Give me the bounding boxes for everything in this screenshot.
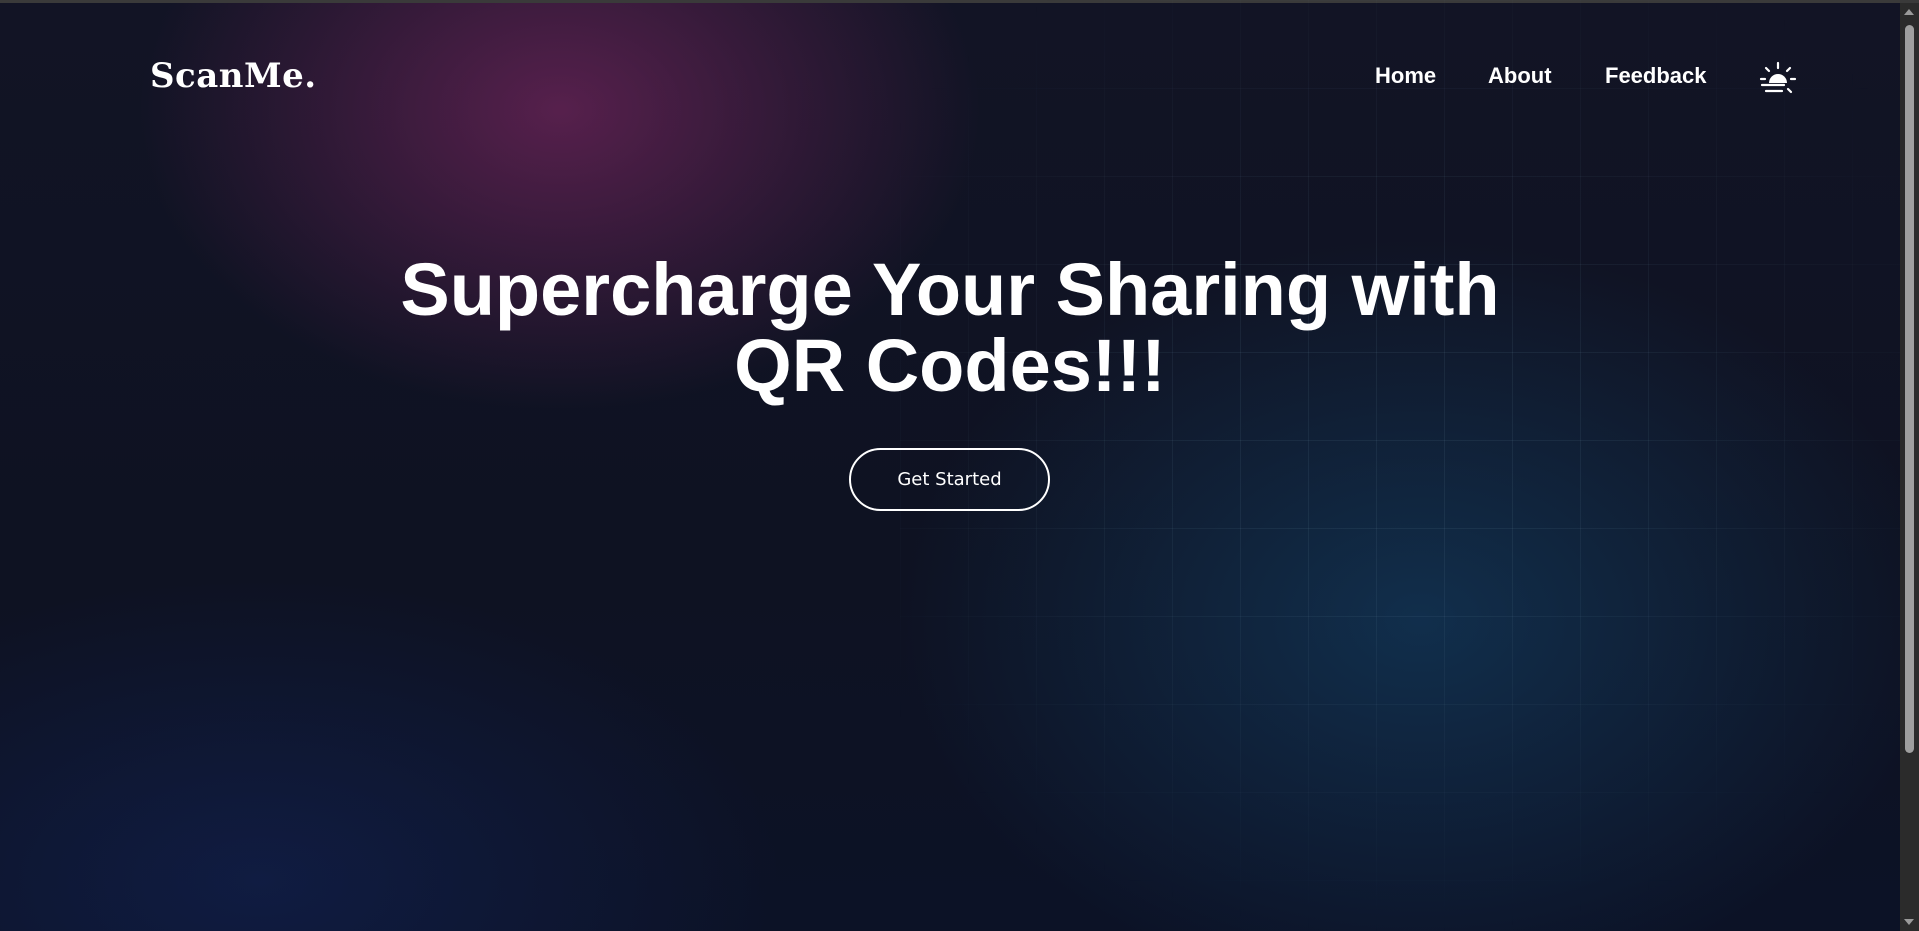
hero-title-line-1: Supercharge Your Sharing with bbox=[400, 248, 1500, 331]
nav-link-home[interactable]: Home bbox=[1375, 63, 1436, 89]
scroll-up-arrow-icon[interactable] bbox=[1904, 9, 1914, 15]
nav-link-feedback[interactable]: Feedback bbox=[1605, 63, 1707, 89]
hero-title-line-2: QR Codes!!! bbox=[734, 324, 1166, 407]
hero-title: Supercharge Your Sharing with QR Codes!!… bbox=[0, 252, 1900, 404]
get-started-button[interactable]: Get Started bbox=[849, 448, 1050, 511]
landing-page: ScanMe. Home About Feedback Supercharge … bbox=[0, 0, 1919, 931]
brand-logo[interactable]: ScanMe. bbox=[150, 56, 317, 96]
nav-link-about[interactable]: About bbox=[1488, 63, 1552, 89]
navbar: ScanMe. Home About Feedback bbox=[0, 0, 1900, 150]
scroll-down-arrow-icon[interactable] bbox=[1904, 919, 1914, 925]
theme-toggle-button[interactable] bbox=[1758, 60, 1798, 100]
vertical-scrollbar[interactable] bbox=[1900, 3, 1919, 931]
scrollbar-thumb[interactable] bbox=[1905, 25, 1914, 753]
sunset-icon bbox=[1759, 61, 1797, 94]
